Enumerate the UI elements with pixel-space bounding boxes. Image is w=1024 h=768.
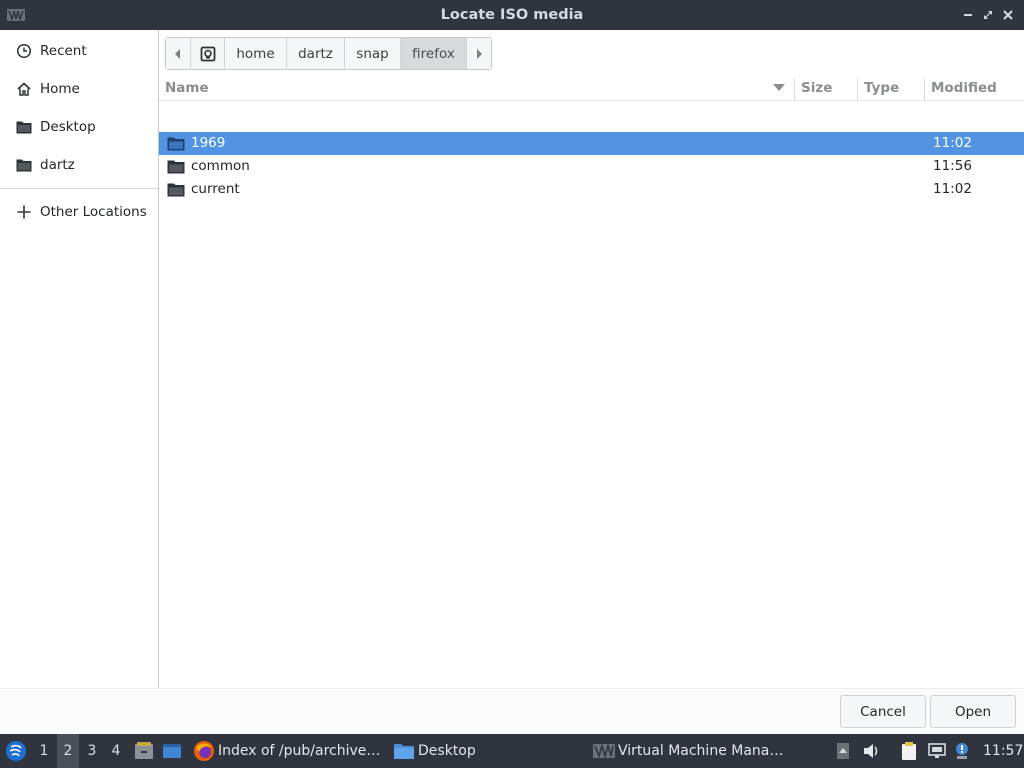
speaker-icon <box>864 744 878 758</box>
taskbar: 1 2 3 4 Index of /pub/archive… Desktop V… <box>0 734 1024 768</box>
workspace-1[interactable]: 1 <box>33 734 55 768</box>
column-size[interactable]: Size <box>795 75 857 101</box>
folder-icon <box>167 137 185 151</box>
clipboard-icon <box>902 742 916 760</box>
info-icon <box>956 743 968 759</box>
file-manager-launcher[interactable] <box>133 734 155 768</box>
lubuntu-logo-icon <box>6 741 26 761</box>
path-segment-firefox[interactable]: firefox <box>401 38 467 69</box>
workspace-4[interactable]: 4 <box>105 734 127 768</box>
sidebar-item-desktop[interactable]: Desktop <box>0 109 158 145</box>
home-icon <box>15 80 33 98</box>
sidebar-item-label: Home <box>40 81 80 97</box>
folder-icon <box>15 156 33 174</box>
minimize-button[interactable] <box>960 7 976 23</box>
drive-icon <box>200 46 215 61</box>
file-modified: 11:02 <box>933 135 972 151</box>
sidebar-item-label: Desktop <box>40 119 96 135</box>
path-segment-dartz[interactable]: dartz <box>287 38 345 69</box>
title-bar: Locate ISO media <box>0 0 1024 30</box>
workspace-2[interactable]: 2 <box>57 734 79 768</box>
folder-icon <box>167 183 185 197</box>
clock[interactable]: 11:57 <box>983 734 1023 768</box>
folder-icon <box>167 160 185 174</box>
clock-icon <box>15 42 33 60</box>
folder-icon <box>394 744 414 759</box>
places-sidebar: Recent Home Desktop dartz Other Location… <box>0 30 159 688</box>
desktop-icon <box>163 744 181 758</box>
chevron-left-icon <box>175 48 180 59</box>
path-segment-snap[interactable]: snap <box>345 38 401 69</box>
close-icon <box>1003 10 1013 20</box>
tray-expander[interactable] <box>834 734 852 768</box>
open-button[interactable]: Open <box>930 695 1016 728</box>
window-title: Locate ISO media <box>440 7 584 23</box>
column-modified[interactable]: Modified <box>925 75 1024 101</box>
update-notifier-button[interactable] <box>952 734 972 768</box>
network-button[interactable] <box>927 734 947 768</box>
task-label: Desktop <box>418 743 476 759</box>
restore-icon <box>984 11 992 19</box>
show-desktop-button[interactable] <box>161 734 183 768</box>
folder-icon <box>15 118 33 136</box>
sidebar-item-dartz[interactable]: dartz <box>0 147 158 183</box>
sidebar-item-recent[interactable]: Recent <box>0 33 158 69</box>
plus-icon <box>15 203 33 221</box>
close-button[interactable] <box>1000 7 1016 23</box>
file-row[interactable]: 1969 11:02 <box>159 132 1024 155</box>
file-list[interactable]: Name Size Type Modified 1969 11:02 commo… <box>159 75 1024 688</box>
file-modified: 11:02 <box>933 181 972 197</box>
maximize-button[interactable] <box>980 7 996 23</box>
path-root-button[interactable] <box>191 38 225 69</box>
sidebar-item-label: Other Locations <box>40 204 147 220</box>
file-row[interactable]: current 11:02 <box>159 178 1024 201</box>
path-bar: home dartz snap firefox <box>165 37 492 70</box>
path-segment-home[interactable]: home <box>225 38 287 69</box>
minimize-icon <box>964 14 972 16</box>
path-scroll-left-button[interactable] <box>166 38 191 69</box>
column-header: Name Size Type Modified <box>159 75 1024 101</box>
sort-descending-icon <box>773 84 785 91</box>
cancel-button[interactable]: Cancel <box>840 695 926 728</box>
file-name: current <box>191 181 240 197</box>
clipboard-button[interactable] <box>899 734 919 768</box>
start-menu-button[interactable] <box>4 734 28 768</box>
file-cabinet-icon <box>135 742 153 759</box>
chevron-up-icon <box>837 743 849 759</box>
sidebar-item-other-locations[interactable]: Other Locations <box>0 194 158 230</box>
sidebar-separator <box>0 188 158 189</box>
task-virt-manager[interactable]: Virtual Machine Mana… <box>593 734 793 768</box>
task-firefox[interactable]: Index of /pub/archive… <box>193 734 385 768</box>
column-name[interactable]: Name <box>159 75 794 101</box>
file-chooser-dialog: Recent Home Desktop dartz Other Location… <box>0 30 1024 734</box>
task-desktop[interactable]: Desktop <box>393 734 583 768</box>
file-name: common <box>191 158 250 174</box>
workspace-3[interactable]: 3 <box>81 734 103 768</box>
network-icon <box>928 743 946 758</box>
task-label: Index of /pub/archive… <box>218 743 381 759</box>
virt-manager-icon <box>593 744 615 758</box>
file-row[interactable]: common 11:56 <box>159 155 1024 178</box>
sidebar-item-label: Recent <box>40 43 87 59</box>
file-name: 1969 <box>191 135 226 151</box>
dialog-footer: Cancel Open <box>0 688 1024 734</box>
firefox-icon <box>194 741 214 761</box>
volume-button[interactable] <box>862 734 882 768</box>
column-type[interactable]: Type <box>858 75 924 101</box>
chevron-right-icon <box>477 48 482 59</box>
file-modified: 11:56 <box>933 158 972 174</box>
sidebar-item-home[interactable]: Home <box>0 71 158 107</box>
sidebar-item-label: dartz <box>40 157 75 173</box>
path-scroll-right-button[interactable] <box>467 38 491 69</box>
task-label: Virtual Machine Mana… <box>618 743 784 759</box>
